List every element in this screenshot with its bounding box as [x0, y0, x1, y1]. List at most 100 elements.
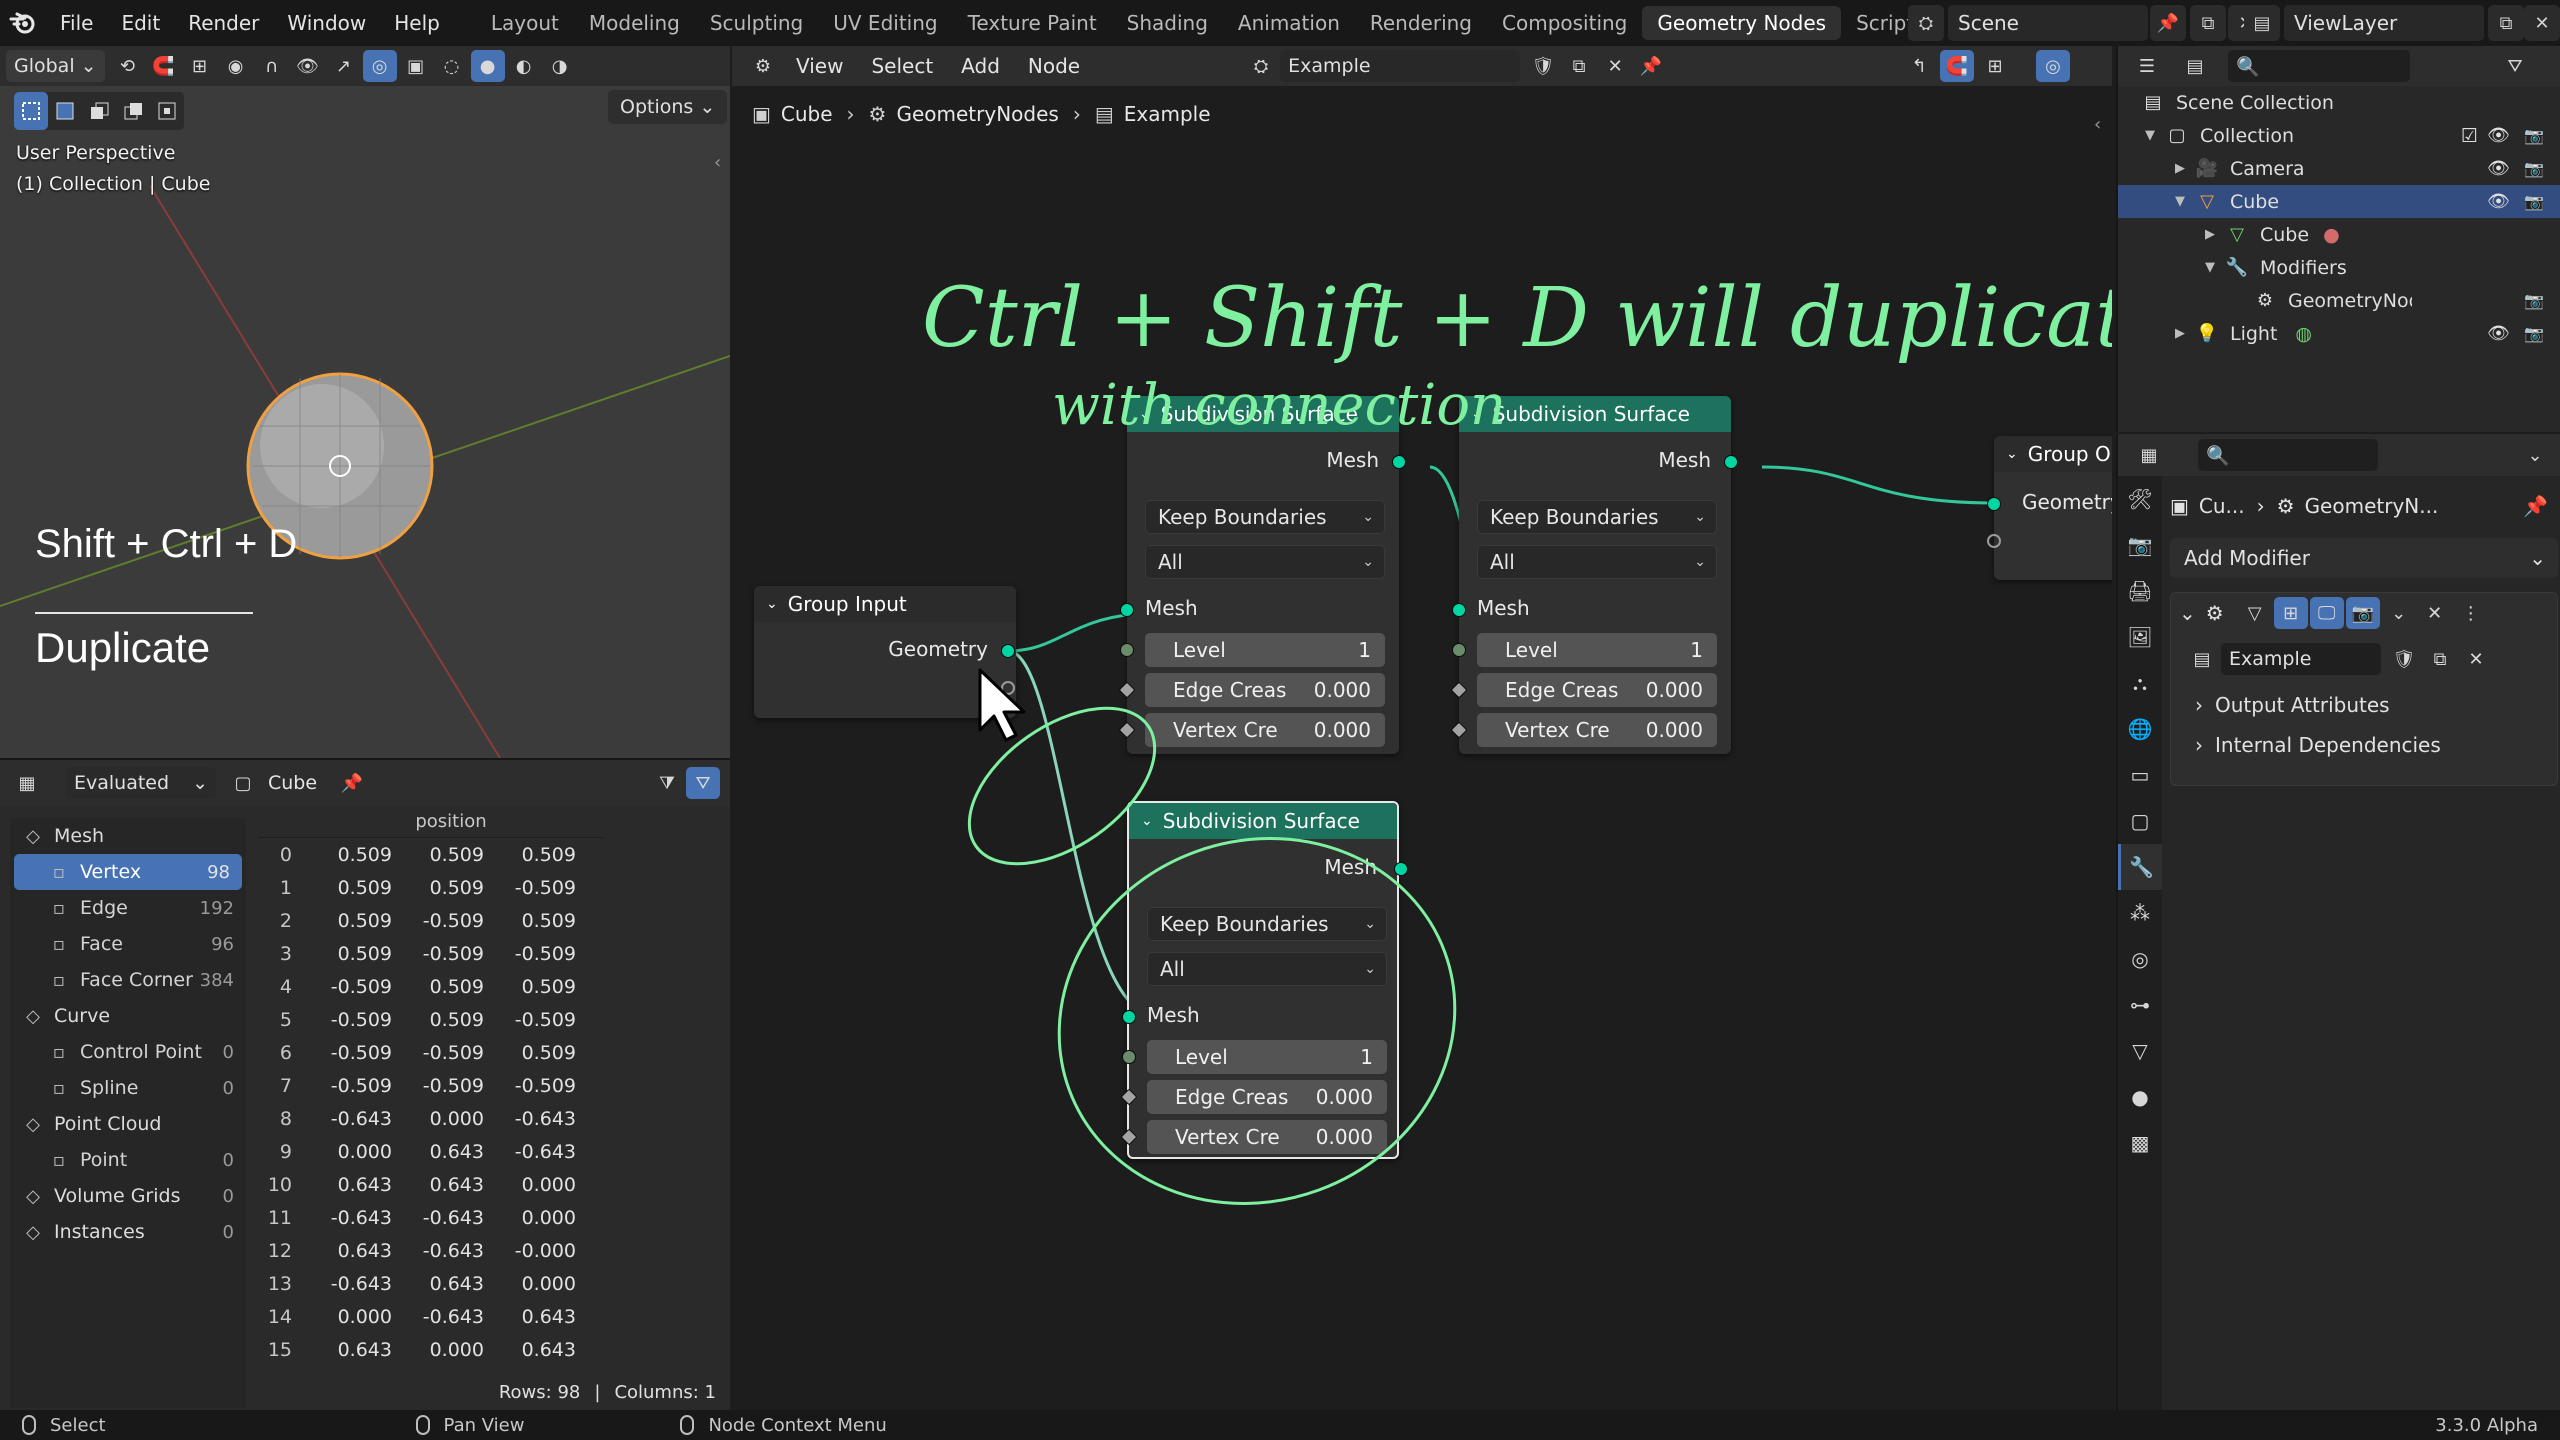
outliner-item-geometry-nodes[interactable]: ⚙ GeometryNodes 📷	[2118, 284, 2560, 317]
editor-type-icon[interactable]: ▦	[10, 767, 44, 799]
snap-icon[interactable]: 🧲	[147, 50, 181, 82]
group-input-header[interactable]: ⌄ Group Input	[754, 586, 1016, 622]
modifier-dropdown-icon[interactable]: ⌄	[2382, 597, 2416, 629]
collapse-chevron-icon[interactable]: ⌄	[2006, 446, 2018, 462]
domain-group[interactable]: ◇ Point Cloud	[10, 1106, 246, 1142]
edge-crease-field[interactable]: Edge Creas 0.000	[1477, 673, 1717, 707]
options-dropdown[interactable]: Options ⌄	[608, 90, 728, 124]
group-input-geometry-socket[interactable]	[1001, 644, 1015, 658]
subdivision-node-header[interactable]: ⌄ Subdivision Surface	[1459, 396, 1731, 432]
domain-item[interactable]: ▫ Control Point 0	[10, 1034, 246, 1070]
mesh-input-socket[interactable]	[1120, 603, 1134, 617]
constraints-tab-icon[interactable]: ⊶	[2118, 982, 2162, 1028]
proportional-edit-icon[interactable]: ◉	[219, 50, 253, 82]
particles-tab-icon[interactable]: ⁂	[2118, 890, 2162, 936]
vertex-crease-field[interactable]: Vertex Cre 0.000	[1147, 1120, 1387, 1154]
domain-item[interactable]: ▫ Spline 0	[10, 1070, 246, 1106]
level-field[interactable]: Level 1	[1145, 633, 1385, 667]
output-tab-icon[interactable]: 🖨	[2118, 568, 2162, 614]
physics-tab-icon[interactable]: ◎	[2118, 936, 2162, 982]
gizmo-icon[interactable]: ↗	[327, 50, 361, 82]
duplicate-icon[interactable]: ⧉	[2423, 643, 2457, 675]
collapse-chevron-icon[interactable]: ⌄	[1141, 813, 1153, 829]
domain-group[interactable]: ◇ Mesh	[10, 818, 246, 854]
render-camera-icon[interactable]: 📷	[2524, 159, 2544, 178]
edge-crease-field[interactable]: Edge Creas 0.000	[1145, 673, 1385, 707]
level-socket[interactable]	[1122, 1050, 1136, 1064]
group-output-empty-socket[interactable]	[1987, 534, 2001, 548]
render-camera-icon[interactable]: 📷	[2524, 324, 2544, 343]
tab-compositing[interactable]: Compositing	[1487, 6, 1642, 40]
cage-toggle-icon[interactable]: ⊞	[2273, 597, 2308, 629]
menu-window[interactable]: Window	[273, 0, 380, 46]
mode-intersect-icon[interactable]	[150, 92, 184, 130]
outliner-item-modifiers[interactable]: ▼ 🔧 Modifiers	[2118, 251, 2560, 284]
filter-selected-icon[interactable]: ⧩	[650, 767, 684, 799]
render-toggle-icon[interactable]: 📷	[2345, 597, 2380, 629]
domain-group[interactable]: ◇ Curve	[10, 998, 246, 1034]
uv-smooth-dropdown[interactable]: All ⌄	[1147, 952, 1387, 986]
collapse-chevron-icon[interactable]: ⌄	[2179, 601, 2196, 625]
evaluation-mode-dropdown[interactable]: Evaluated ⌄	[66, 767, 216, 799]
mesh-input-socket[interactable]	[1122, 1010, 1136, 1024]
edit-mode-toggle-icon[interactable]: ▽	[2238, 597, 2272, 629]
viewport-toggle-icon[interactable]: 🖵	[2309, 597, 2344, 629]
boundary-smooth-dropdown[interactable]: Keep Boundaries ⌄	[1477, 500, 1717, 534]
node-group-field[interactable]: Example	[2221, 643, 2381, 675]
collapse-chevron-icon[interactable]: ⌄	[766, 596, 778, 612]
domain-item[interactable]: ▫ Point 0	[10, 1142, 246, 1178]
domain-group[interactable]: ◇ Volume Grids 0	[10, 1178, 246, 1214]
pin-scene-icon[interactable]: 📌	[2150, 5, 2186, 41]
domain-item[interactable]: ▫ Vertex 98	[14, 854, 242, 890]
expand-triangle-icon[interactable]: ▼	[2140, 128, 2160, 143]
tab-layout[interactable]: Layout	[476, 6, 574, 40]
material-tab-icon[interactable]: ●	[2118, 1074, 2162, 1120]
subdivision-surface-node[interactable]: ⌄ Subdivision Surface Mesh Keep Boundaries ⌄…	[1118, 396, 1406, 754]
tab-modeling[interactable]: Modeling	[574, 6, 695, 40]
subdivision-surface-node[interactable]: ⌄ Subdivision Surface Mesh Keep Boundaries ⌄…	[1120, 801, 1408, 1159]
subdivision-node-header[interactable]: ⌄ Subdivision Surface	[1127, 396, 1399, 432]
render-tab-icon[interactable]: 📷	[2118, 522, 2162, 568]
filter-icon[interactable]: ⛛	[2498, 50, 2532, 82]
level-field[interactable]: Level 1	[1147, 1040, 1387, 1074]
filter-icon[interactable]: ⛛	[686, 767, 720, 799]
solid-shading-icon[interactable]: ●	[470, 50, 505, 82]
subdivision-node-header[interactable]: ⌄ Subdivision Surface	[1129, 803, 1397, 839]
orientation-dropdown[interactable]: Global ⌄	[6, 50, 105, 82]
expand-triangle-icon[interactable]: ▼	[2170, 194, 2190, 209]
rendered-shading-icon[interactable]: ◑	[543, 50, 577, 82]
domain-item[interactable]: ▫ Face 96	[10, 926, 246, 962]
eye-icon[interactable]: 👁	[2487, 125, 2510, 146]
domain-item[interactable]: ▫ Face Corner 384	[10, 962, 246, 998]
material-shading-icon[interactable]: ◐	[507, 50, 541, 82]
falloff-icon[interactable]: ∩	[255, 50, 289, 82]
scene-collection-row[interactable]: ▤ Scene Collection	[2118, 86, 2560, 119]
subdivision-surface-node[interactable]: ⌄ Subdivision Surface Mesh Keep Boundaries ⌄…	[1450, 396, 1738, 754]
xray-icon[interactable]: ▣	[399, 50, 433, 82]
level-socket[interactable]	[1120, 643, 1134, 657]
eye-icon[interactable]: 👁	[2487, 158, 2510, 179]
edge-crease-field[interactable]: Edge Creas 0.000	[1147, 1080, 1387, 1114]
world-tab-icon[interactable]: 🌐	[2118, 706, 2162, 752]
boundary-smooth-dropdown[interactable]: Keep Boundaries ⌄	[1147, 907, 1387, 941]
outliner-item-cube-mesh[interactable]: ▶ ▽ Cube ●	[2118, 218, 2560, 251]
outliner-item-collection[interactable]: ▼ ▢ Collection ☑ 👁 📷	[2118, 119, 2560, 152]
node-group-browse-icon[interactable]: ▤	[2185, 643, 2219, 675]
uv-smooth-dropdown[interactable]: All ⌄	[1477, 545, 1717, 579]
render-camera-icon[interactable]: 📷	[2524, 126, 2544, 145]
mode-new-icon[interactable]	[48, 92, 82, 130]
boundary-smooth-dropdown[interactable]: Keep Boundaries ⌄	[1145, 500, 1385, 534]
menu-render[interactable]: Render	[174, 0, 273, 46]
outliner-type-icon[interactable]: ☰	[2130, 50, 2164, 82]
visibility-icon[interactable]: 👁	[291, 50, 325, 82]
data-tab-icon[interactable]: ▽	[2118, 1028, 2162, 1074]
properties-options-icon[interactable]: ⌄	[2518, 439, 2552, 471]
domain-item[interactable]: ▫ Edge 192	[10, 890, 246, 926]
properties-type-icon[interactable]: ▦	[2132, 439, 2166, 471]
mesh-input-socket[interactable]	[1452, 603, 1466, 617]
level-socket[interactable]	[1452, 643, 1466, 657]
group-output-node[interactable]: ⌄ Group O Geometry	[1987, 436, 2112, 580]
3d-viewport[interactable]: Global ⌄ ⟲ 🧲 ⊞ ◉ ∩ 👁 ↗ ◎ ▣ ◌ ● ◐ ◑ Optio…	[0, 46, 730, 758]
tool-tab-icon[interactable]: 🛠	[2118, 476, 2162, 522]
output-attributes-subpanel[interactable]: › Output Attributes	[2171, 685, 2557, 725]
